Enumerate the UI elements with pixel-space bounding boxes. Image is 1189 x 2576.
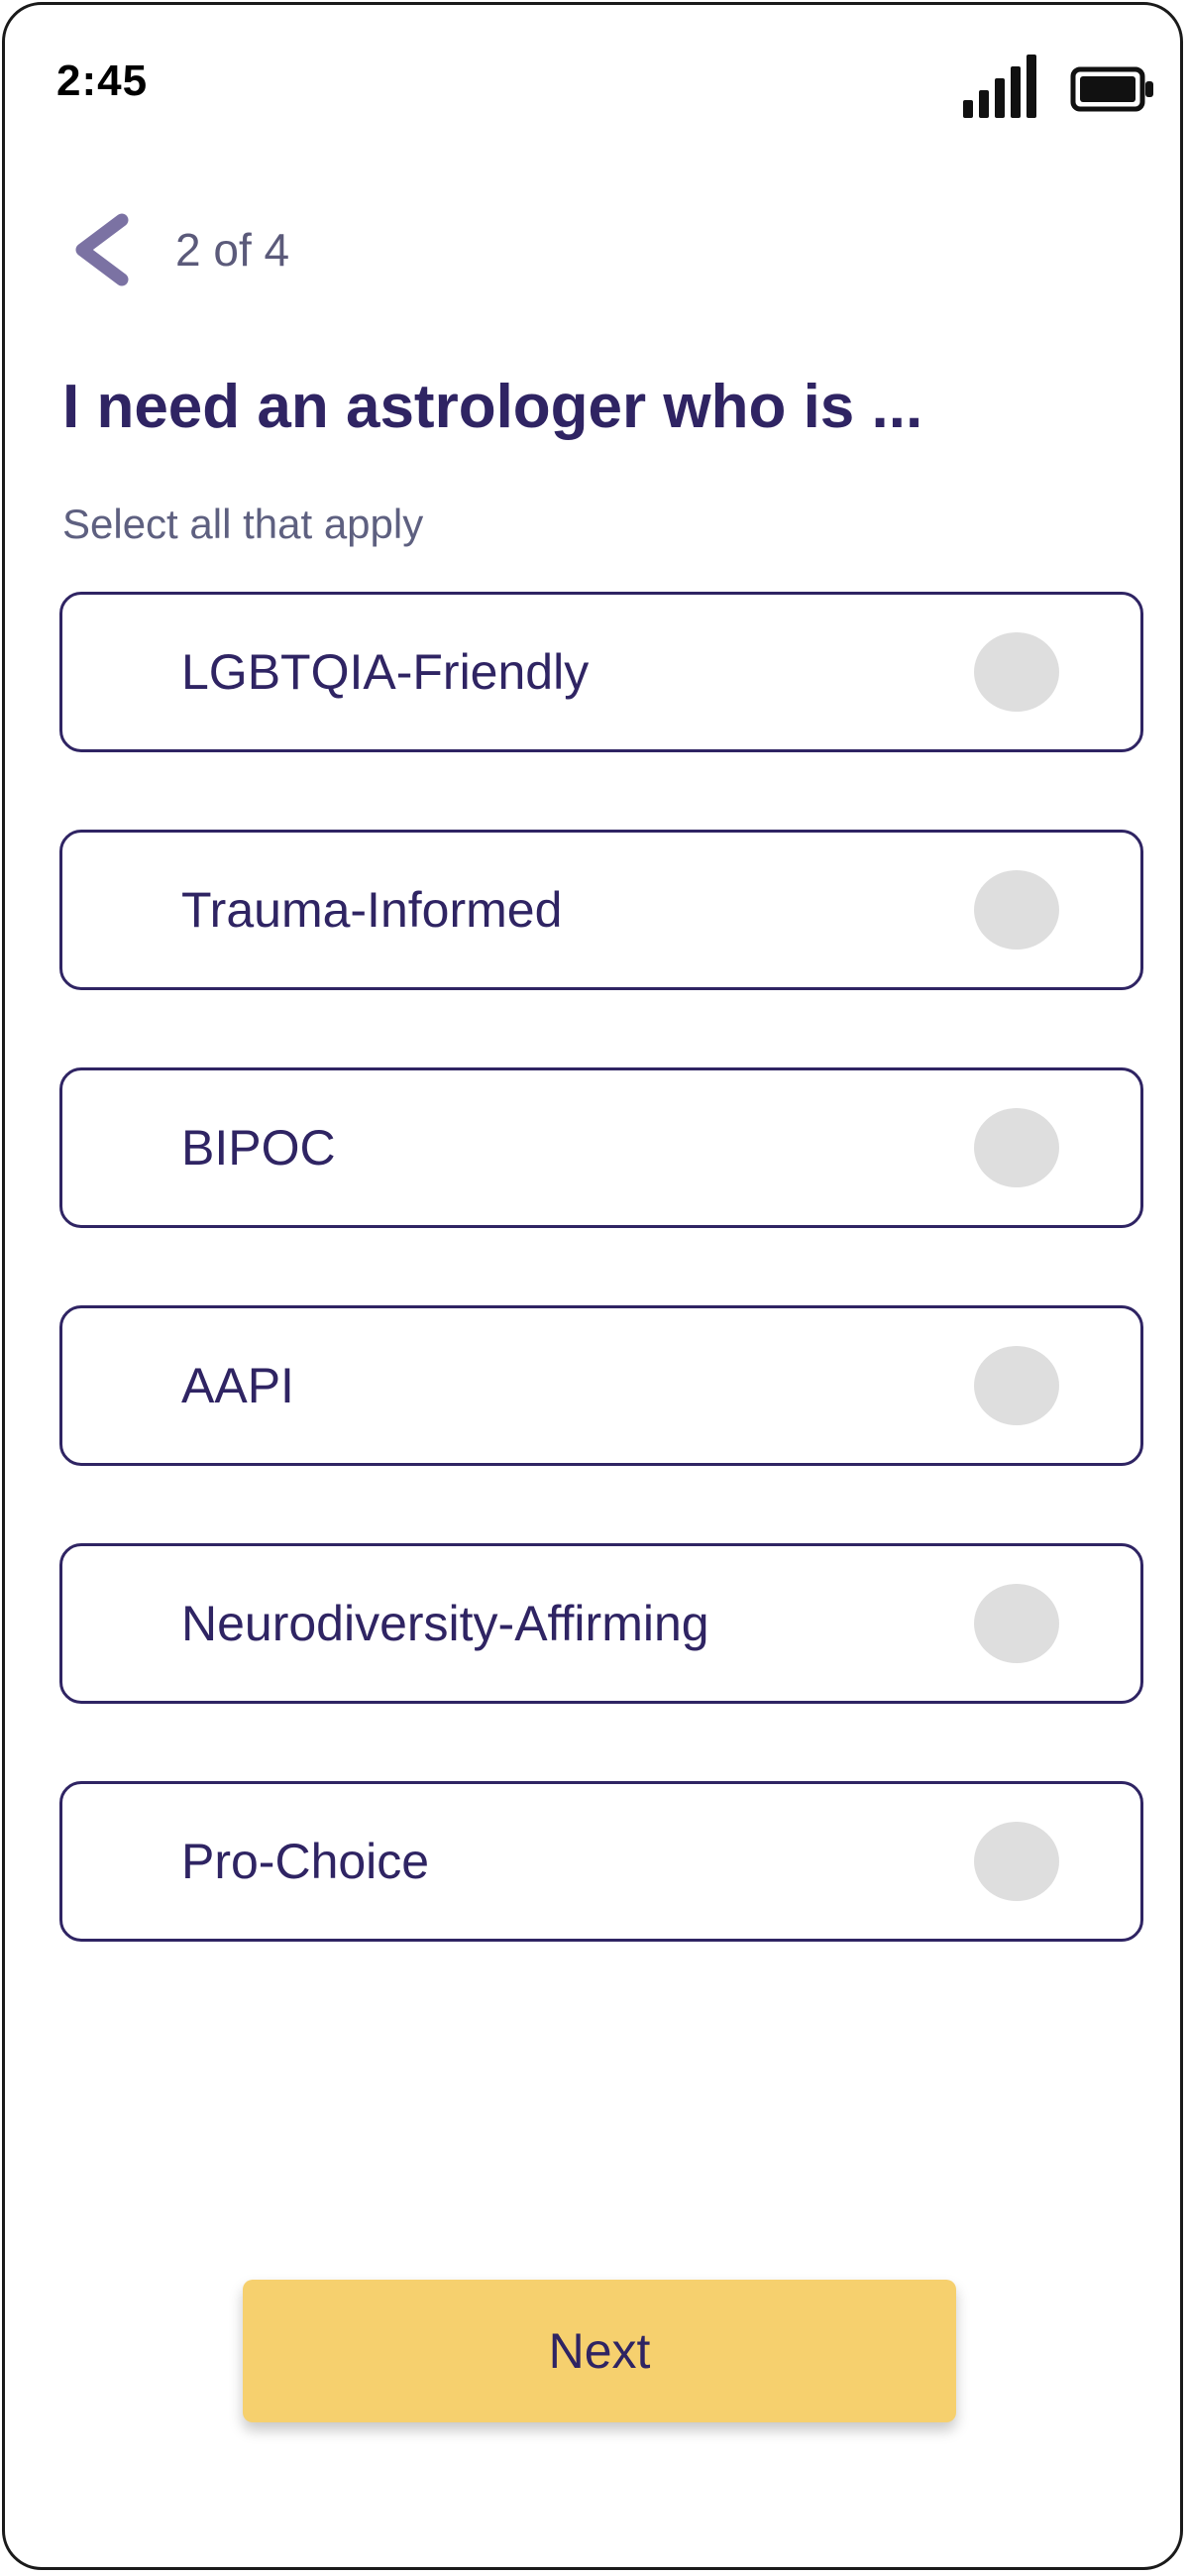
- phone-frame: 2:45 2 of 4 I need an astrologer who is …: [2, 2, 1183, 2570]
- cellular-signal-icon: [963, 55, 1036, 118]
- battery-icon: [1070, 66, 1153, 112]
- option-aapi[interactable]: AAPI: [59, 1305, 1143, 1466]
- option-neurodiversity-affirming[interactable]: Neurodiversity-Affirming: [59, 1543, 1143, 1704]
- option-trauma-informed[interactable]: Trauma-Informed: [59, 830, 1143, 990]
- option-radio[interactable]: [974, 632, 1059, 712]
- option-label: Neurodiversity-Affirming: [181, 1596, 709, 1651]
- option-bipoc[interactable]: BIPOC: [59, 1067, 1143, 1228]
- option-pro-choice[interactable]: Pro-Choice: [59, 1781, 1143, 1942]
- option-label: Pro-Choice: [181, 1834, 430, 1889]
- next-button[interactable]: Next: [243, 2280, 956, 2422]
- option-radio[interactable]: [974, 1346, 1059, 1425]
- option-label: AAPI: [181, 1358, 294, 1413]
- option-lgbtqia-friendly[interactable]: LGBTQIA-Friendly: [59, 592, 1143, 752]
- status-time: 2:45: [56, 56, 149, 105]
- option-radio[interactable]: [974, 1584, 1059, 1663]
- option-radio[interactable]: [974, 870, 1059, 950]
- chevron-left-icon: [75, 213, 129, 286]
- option-radio[interactable]: [974, 1108, 1059, 1187]
- subtitle: Select all that apply: [62, 501, 424, 547]
- step-indicator: 2 of 4: [175, 224, 290, 276]
- option-label: Trauma-Informed: [181, 882, 563, 938]
- back-button[interactable]: [64, 208, 144, 292]
- option-radio[interactable]: [974, 1822, 1059, 1901]
- option-label: LGBTQIA-Friendly: [181, 644, 590, 700]
- option-label: BIPOC: [181, 1120, 336, 1176]
- page-title: I need an astrologer who is ...: [62, 373, 923, 441]
- options-list: LGBTQIA-Friendly Trauma-Informed BIPOC A…: [59, 592, 1143, 2019]
